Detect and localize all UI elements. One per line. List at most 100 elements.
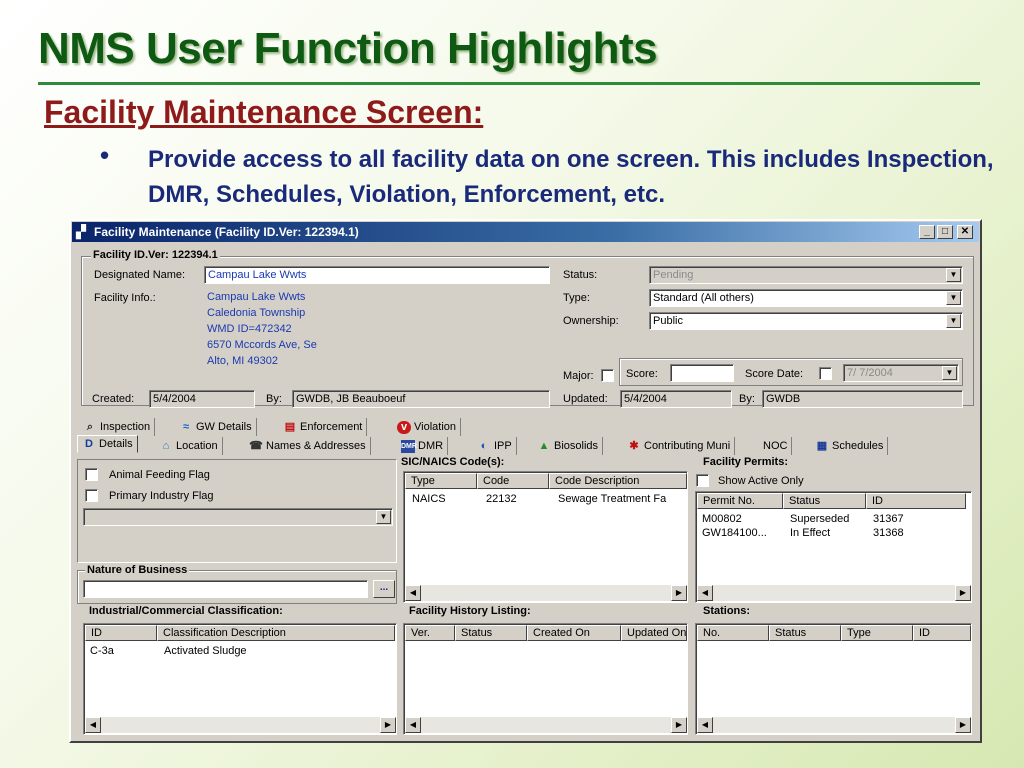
column-header[interactable]: ID	[913, 625, 971, 641]
scroll-left-icon[interactable]: ◀	[697, 585, 713, 601]
table-cell[interactable]: GW184100...	[702, 527, 767, 539]
horizontal-scrollbar[interactable]: ◀ ▶	[405, 717, 687, 733]
water-icon: ≈	[182, 420, 190, 433]
table-cell[interactable]: C-3a	[90, 645, 114, 657]
dmr-icon: DMR	[401, 439, 417, 453]
major-checkbox[interactable]	[601, 369, 614, 382]
tab-details[interactable]: D Details	[77, 435, 138, 453]
industry-select[interactable]: ▼	[83, 508, 393, 526]
table-cell[interactable]: 22132	[486, 493, 517, 505]
facility-permits-list[interactable]: Permit No. Status ID M00802 Superseded 3…	[695, 491, 972, 603]
stations-list[interactable]: No. Status Type ID ◀ ▶	[695, 623, 972, 735]
score-date-value: 7/ 7/2004	[847, 367, 893, 379]
table-cell[interactable]: Activated Sludge	[164, 645, 247, 657]
facility-info-line: Caledonia Township	[207, 307, 306, 319]
horizontal-scrollbar[interactable]: ◀ ▶	[85, 717, 396, 733]
tab-contributing-muni[interactable]: ✱ Contributing Muni	[623, 437, 736, 455]
scroll-right-icon[interactable]: ▶	[671, 585, 687, 601]
column-header[interactable]: Ver.	[405, 625, 455, 641]
chevron-down-icon[interactable]: ▼	[946, 268, 961, 282]
browse-button[interactable]: ...	[373, 580, 395, 598]
chevron-down-icon[interactable]: ▼	[376, 510, 391, 524]
ownership-select[interactable]: Public ▼	[649, 312, 963, 330]
tab-names-addresses[interactable]: ☎ Names & Addresses	[245, 437, 371, 455]
column-header[interactable]: Type	[405, 473, 477, 489]
updated-by-field: GWDB	[762, 390, 963, 408]
status-select[interactable]: Pending ▼	[649, 266, 963, 284]
scroll-left-icon[interactable]: ◀	[85, 717, 101, 733]
column-header[interactable]: Created On	[527, 625, 621, 641]
chevron-down-icon[interactable]: ▼	[942, 366, 957, 380]
scroll-right-icon[interactable]: ▶	[955, 585, 971, 601]
addressbook-icon: ☎	[249, 439, 263, 452]
tab-enforcement[interactable]: ▤ Enforcement	[279, 418, 368, 436]
horizontal-scrollbar[interactable]: ◀ ▶	[405, 585, 687, 601]
animal-feeding-checkbox[interactable]	[85, 468, 98, 481]
tab-schedules[interactable]: ▦ Schedules	[811, 437, 889, 455]
tab-dmr[interactable]: DMR DMR	[397, 437, 449, 455]
table-cell[interactable]: 31367	[873, 513, 904, 525]
tab-location[interactable]: ⌂ Location	[155, 437, 223, 455]
column-header[interactable]: ID	[85, 625, 157, 641]
column-header[interactable]: Classification Description	[157, 625, 395, 641]
horizontal-scrollbar[interactable]: ◀ ▶	[697, 585, 971, 601]
table-cell[interactable]: In Effect	[790, 527, 830, 539]
tab-biosolids[interactable]: ▲ Biosolids	[533, 437, 604, 455]
close-button[interactable]: ✕	[957, 225, 973, 239]
column-header[interactable]: ID	[866, 493, 966, 509]
primary-industry-checkbox[interactable]	[85, 489, 98, 502]
column-header[interactable]: Updated On	[621, 625, 687, 641]
scroll-left-icon[interactable]: ◀	[405, 585, 421, 601]
column-header[interactable]: Permit No.	[697, 493, 783, 509]
scroll-right-icon[interactable]: ▶	[955, 717, 971, 733]
scroll-left-icon[interactable]: ◀	[405, 717, 421, 733]
facility-history-list[interactable]: Ver. Status Created On Updated On ◀ ▶	[403, 623, 688, 735]
chevron-down-icon[interactable]: ▼	[946, 314, 961, 328]
column-header[interactable]: No.	[697, 625, 769, 641]
column-header[interactable]: Status	[455, 625, 527, 641]
slide-title: NMS User Function Highlights	[38, 24, 658, 73]
column-header[interactable]: Code Description	[549, 473, 687, 489]
sic-naics-label: SIC/NAICS Code(s):	[399, 456, 507, 468]
score-date-field[interactable]: 7/ 7/2004 ▼	[843, 364, 959, 382]
table-cell[interactable]: M00802	[702, 513, 742, 525]
slide-subtitle: Facility Maintenance Screen:	[44, 94, 484, 130]
score-field[interactable]	[670, 364, 734, 382]
tab-noc[interactable]: NOC	[759, 437, 793, 455]
column-header[interactable]: Status	[783, 493, 866, 509]
column-header[interactable]: Type	[841, 625, 913, 641]
table-cell[interactable]: NAICS	[412, 493, 446, 505]
updated-label: Updated:	[563, 393, 608, 405]
type-select[interactable]: Standard (All others) ▼	[649, 289, 963, 307]
column-header[interactable]: Code	[477, 473, 549, 489]
violation-icon: v	[397, 420, 411, 434]
column-header[interactable]: Status	[769, 625, 841, 641]
facility-info-label: Facility Info.:	[94, 292, 156, 304]
sic-naics-list[interactable]: Type Code Code Description NAICS 22132 S…	[403, 471, 688, 603]
scroll-right-icon[interactable]: ▶	[380, 717, 396, 733]
created-by-label: By:	[266, 393, 282, 405]
horizontal-scrollbar[interactable]: ◀ ▶	[697, 717, 971, 733]
table-cell[interactable]: 31368	[873, 527, 904, 539]
tab-ipp[interactable]: ◐ IPP	[473, 437, 517, 455]
tab-inspection[interactable]: ⌕ Inspection	[79, 418, 156, 436]
facility-group-label: Facility ID.Ver: 122394.1	[91, 249, 220, 261]
chevron-down-icon[interactable]: ▼	[946, 291, 961, 305]
stations-label: Stations:	[701, 605, 753, 617]
scroll-right-icon[interactable]: ▶	[671, 717, 687, 733]
score-date-checkbox[interactable]	[819, 367, 832, 380]
nature-of-business-field[interactable]	[83, 580, 368, 598]
window-titlebar[interactable]: ▞ Facility Maintenance (Facility ID.Ver:…	[72, 222, 979, 242]
created-field: 5/4/2004	[149, 390, 255, 408]
industrial-classification-list[interactable]: ID Classification Description C-3a Activ…	[83, 623, 397, 735]
table-cell[interactable]: Superseded	[790, 513, 849, 525]
designated-name-field[interactable]: Campau Lake Wwts	[204, 266, 550, 284]
minimize-button[interactable]: _	[919, 225, 935, 239]
type-label: Type:	[563, 292, 590, 304]
maximize-button[interactable]: □	[937, 225, 953, 239]
table-cell[interactable]: Sewage Treatment Fa	[558, 493, 686, 505]
tab-violation[interactable]: v Violation	[393, 418, 461, 436]
scroll-left-icon[interactable]: ◀	[697, 717, 713, 733]
show-active-checkbox[interactable]	[696, 474, 709, 487]
tab-gw-details[interactable]: ≈ GW Details	[175, 418, 257, 436]
